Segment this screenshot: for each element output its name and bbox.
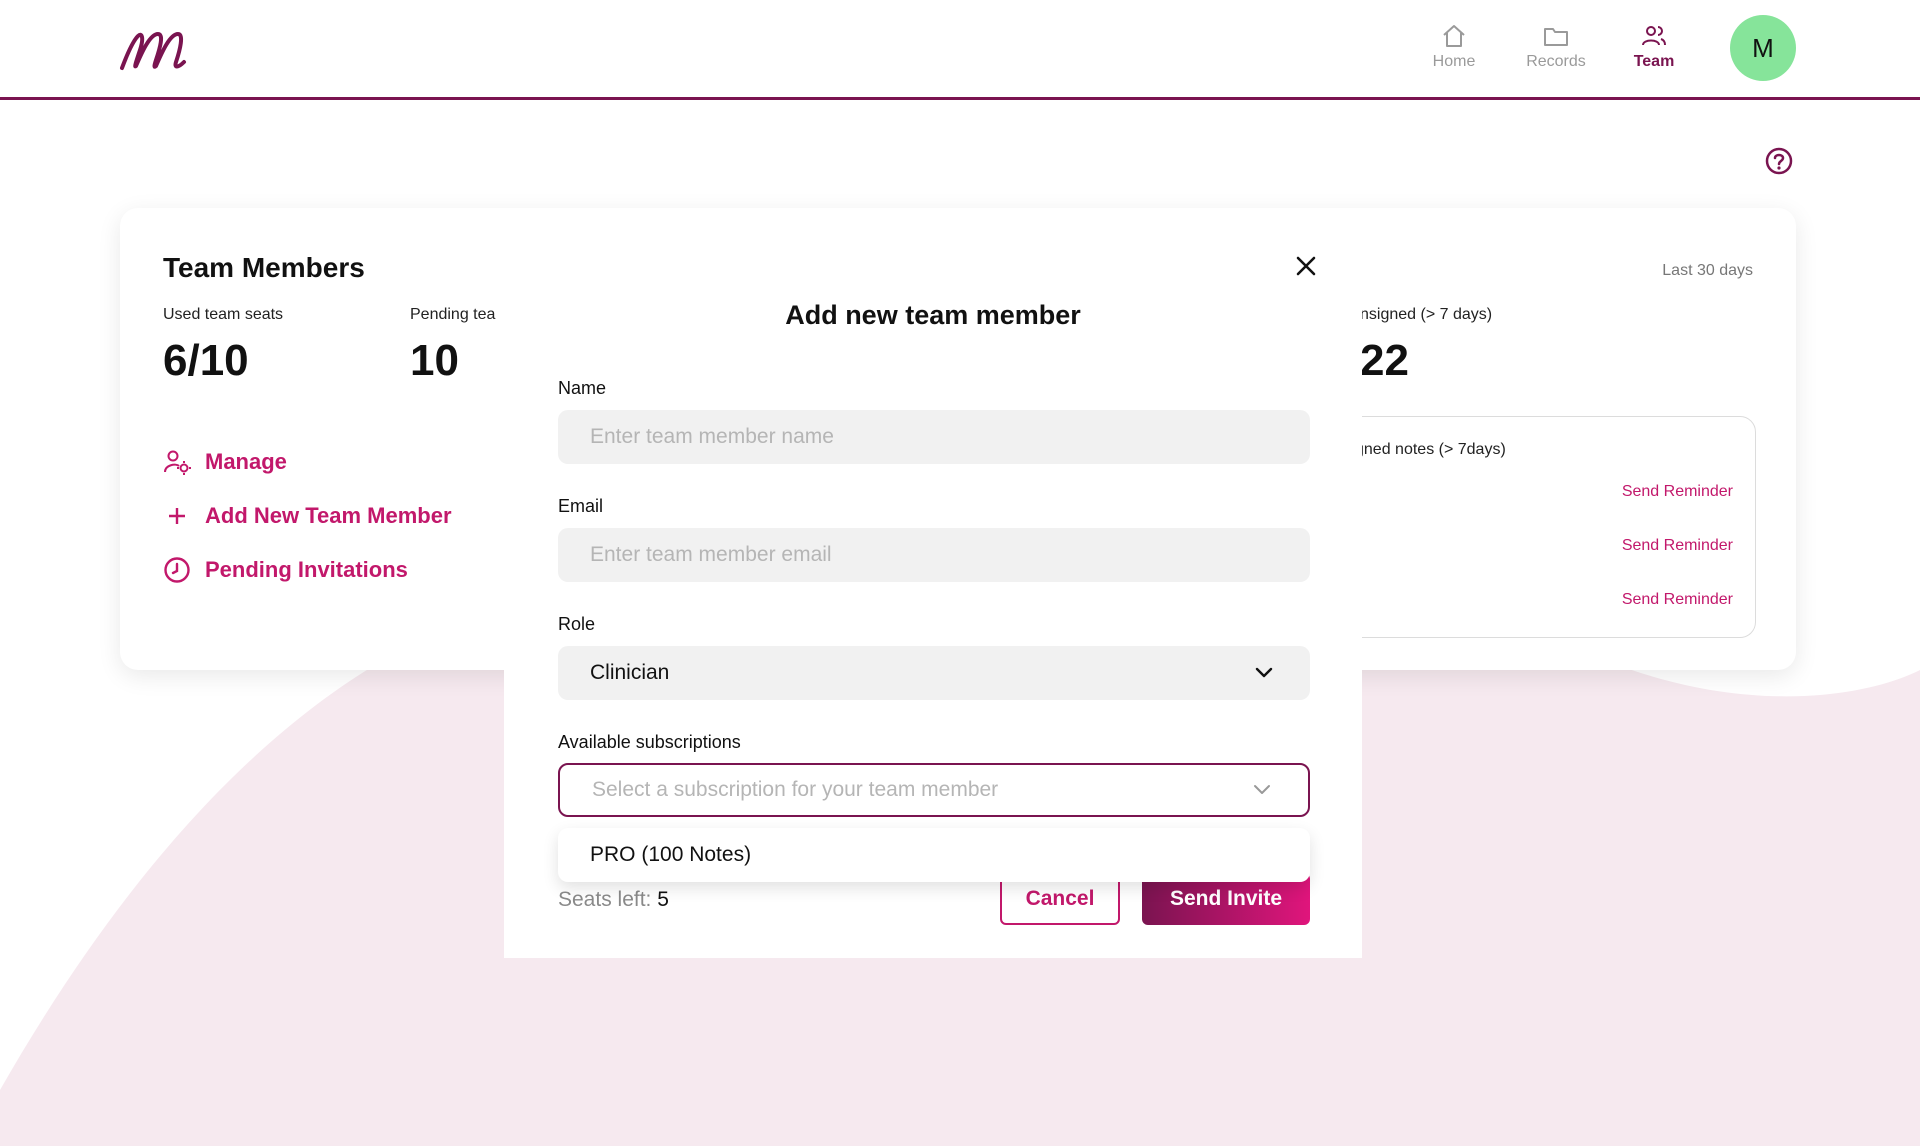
send-reminder-link[interactable]: Send Reminder [1622, 537, 1733, 555]
role-select[interactable]: Clinician [558, 646, 1310, 700]
subscription-select[interactable]: Select a subscription for your team memb… [558, 763, 1310, 817]
nav-home[interactable]: Home [1414, 22, 1494, 71]
stat-used-seats-value: 6/10 [163, 336, 249, 385]
subscription-select-placeholder: Select a subscription for your team memb… [592, 778, 999, 801]
plus-icon [163, 502, 191, 530]
manage-label: Manage [205, 449, 287, 474]
name-field[interactable] [558, 410, 1310, 464]
card-title: Team Members [163, 252, 365, 283]
list-item: 7 Send Reminder [1301, 587, 1755, 627]
chevron-down-icon [1255, 667, 1273, 678]
clock-icon [163, 556, 191, 584]
home-icon [1443, 25, 1465, 47]
avatar-initial: M [1752, 32, 1774, 63]
subscription-option-label: PRO (100 Notes) [590, 843, 752, 866]
subscription-option[interactable]: PRO (100 Notes) [558, 828, 1310, 882]
nav-records-label: Records [1526, 53, 1586, 70]
add-new-team-member-label: Add New Team Member [205, 503, 452, 528]
top-navigation-bar: Home Records Team M [0, 0, 1920, 100]
seats-left: Seats left: 5 [558, 888, 669, 912]
folder-icon [1544, 28, 1568, 46]
manage-link[interactable]: Manage [163, 448, 287, 476]
send-reminder-link[interactable]: Send Reminder [1622, 483, 1733, 501]
nav-team-label: Team [1633, 53, 1675, 70]
chevron-down-icon [1254, 785, 1270, 794]
email-label: Email [558, 496, 604, 516]
user-avatar[interactable]: M [1730, 15, 1796, 81]
brand-logo[interactable] [118, 22, 198, 74]
user-settings-icon [163, 448, 191, 476]
nav-home-label: Home [1432, 53, 1476, 70]
add-team-member-modal: Add new team member Name Email Role Clin… [504, 208, 1362, 958]
email-field[interactable] [558, 528, 1310, 582]
team-icon [1642, 26, 1666, 46]
stat-unsigned-label: nsigned (> 7 days) [1360, 306, 1493, 323]
nav-team[interactable]: Team [1614, 22, 1694, 71]
list-item: 7 Send Reminder [1301, 479, 1755, 519]
name-label: Name [558, 378, 607, 398]
stat-unsigned-value: 22 [1360, 336, 1409, 385]
unsigned-notes-panel: Unsigned notes (> 7days) 7 Send Reminder… [1300, 416, 1756, 638]
pending-invitations-label: Pending Invitations [205, 557, 408, 582]
list-item: 8 Send Reminder [1301, 533, 1755, 573]
add-new-team-member-link[interactable]: Add New Team Member [163, 502, 452, 530]
help-icon[interactable] [1764, 146, 1794, 176]
pending-invitations-link[interactable]: Pending Invitations [163, 556, 408, 584]
close-icon[interactable] [1294, 254, 1318, 278]
subscriptions-label: Available subscriptions [558, 732, 741, 752]
stat-pending-value: 10 [410, 336, 459, 385]
nav-records[interactable]: Records [1516, 22, 1596, 71]
seats-left-label: Seats left: [558, 888, 652, 911]
date-range-label: Last 30 days [1662, 262, 1753, 279]
seats-left-value: 5 [657, 888, 669, 911]
send-reminder-link[interactable]: Send Reminder [1622, 591, 1733, 609]
stat-used-seats-label: Used team seats [163, 306, 284, 323]
role-label: Role [558, 614, 596, 634]
stat-pending-label: Pending tea [410, 306, 496, 323]
modal-title: Add new team member [785, 300, 1081, 330]
role-select-value: Clinician [590, 661, 670, 684]
